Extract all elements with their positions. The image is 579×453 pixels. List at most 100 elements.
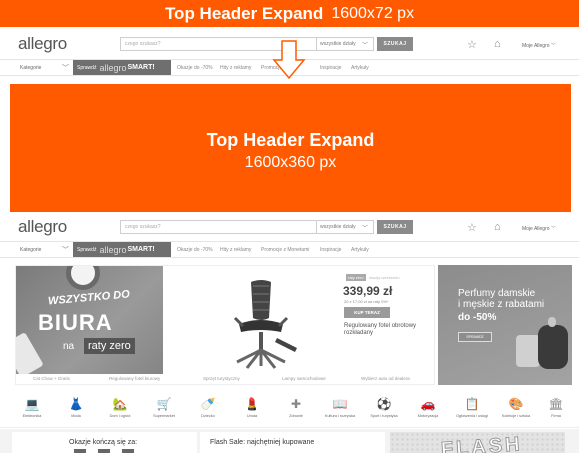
baby-bottle-icon: 🍼 — [200, 397, 216, 411]
category-item[interactable]: 🛒 Supermarket — [142, 390, 186, 418]
book-icon: 📖 — [332, 397, 348, 411]
category-label: Moda — [71, 414, 81, 418]
category-item[interactable]: 🏡 Dom i ogród — [98, 390, 142, 418]
timer-box — [74, 449, 86, 453]
search-placeholder: czego szukasz? — [125, 224, 161, 230]
perfume-discount: do -50% — [458, 312, 497, 323]
expand-size: 1600x360 px — [244, 154, 337, 171]
flash-word: FLASH — [440, 433, 524, 453]
nav-item-okazje[interactable]: Okazje do -70% — [177, 65, 213, 71]
perfume-bottle-image — [516, 335, 540, 367]
first-aid-icon: ✚ — [290, 397, 302, 411]
buy-now-button[interactable]: KUP TERAZ — [344, 307, 390, 318]
dress-icon: 👗 — [68, 397, 84, 411]
category-item[interactable]: 🎨 Kolekcje i sztuka — [494, 390, 538, 418]
category-label: Zdrowie — [289, 414, 303, 418]
perfume-banner[interactable]: Perfumy damskie i męskie z rabatami do -… — [438, 265, 572, 385]
allegro-logo[interactable]: allegro — [18, 34, 67, 54]
installment-info: 20 x 17,00 zł na raty 0%* — [344, 299, 389, 304]
carousel-label[interactable]: Regulowany fotel biurowy — [109, 376, 160, 381]
laptop-icon: 💻 — [24, 397, 40, 411]
category-select[interactable]: wszystkie działy ﹀ — [317, 37, 374, 51]
category-item[interactable]: 📋 Ogłoszenia i usługi — [450, 390, 494, 418]
category-label: Dom i ogród — [109, 414, 131, 418]
nav-item-artykuly[interactable]: Artykuły — [351, 65, 369, 71]
timer-box — [122, 449, 134, 453]
deal-tags: raty zero okazja weekendu — [346, 274, 400, 281]
smart-logo: allegro — [99, 62, 127, 73]
allegro-logo[interactable]: allegro — [18, 217, 67, 237]
coffee-cup-icon — [66, 266, 100, 290]
nav-item-hity[interactable]: Hity z reklamy — [220, 65, 251, 71]
category-label: Dziecko — [201, 414, 215, 418]
category-item[interactable]: 🏛 Firma — [534, 390, 578, 418]
nav-item-artykuly[interactable]: Artykuły — [351, 247, 369, 253]
carousel-label[interactable]: Cat Chow + Gratis — [33, 376, 70, 381]
house-icon: 🏡 — [112, 397, 128, 411]
chevron-down-icon[interactable]: ﹀ — [62, 245, 69, 255]
category-item[interactable]: ⚽ Sport i turystyka — [362, 390, 406, 418]
lipstick-icon: 💄 — [244, 397, 260, 411]
category-label: Elektronika — [22, 414, 42, 418]
smart-banner[interactable]: Sprawdź allegro SMART! — [73, 242, 171, 257]
smart-logo: allegro — [99, 244, 127, 255]
expand-banner: Top Header Expand 1600x360 px — [10, 84, 571, 212]
nav-item-inspiracje[interactable]: Inspiracje — [320, 65, 341, 71]
category-item[interactable]: 👗 Moda — [54, 390, 98, 418]
category-item[interactable]: 📖 Kultura i rozrywka — [318, 390, 362, 418]
perfume-bottle-image — [538, 325, 568, 369]
ball-icon: ⚽ — [376, 397, 392, 411]
nav-categories[interactable]: Kategorie — [20, 65, 41, 71]
smart-prefix: Sprawdź — [77, 64, 97, 71]
office-promo-na: na — [63, 341, 75, 352]
category-item[interactable]: 🍼 Dziecko — [186, 390, 230, 418]
cart-icon[interactable]: ⌂ — [494, 221, 501, 233]
carousel-label[interactable]: Sprzęt turystyczny — [203, 376, 240, 381]
palette-icon: 🎨 — [508, 397, 524, 411]
search-button[interactable]: SZUKAJ — [377, 220, 413, 234]
phone-icon — [16, 332, 44, 374]
search-button[interactable]: SZUKAJ — [377, 37, 413, 51]
raty-zero-tag: raty zero — [346, 274, 366, 281]
nav-item-inspiracje[interactable]: Inspiracje — [320, 247, 341, 253]
office-promo-banner[interactable]: WSZYSTKO DO BIURA na raty zero — [16, 266, 163, 374]
header-bottom: allegro czego szukasz? wszystkie działy … — [0, 214, 579, 240]
nav-categories[interactable]: Kategorie — [20, 247, 41, 253]
star-icon[interactable]: ☆ — [467, 221, 477, 234]
deal-extra-label: okazja weekendu — [368, 275, 400, 280]
nav-item-promocje-monety[interactable]: Promocje z Monetami — [261, 247, 309, 253]
category-item[interactable]: 💄 Uroda — [230, 390, 274, 418]
product-price: 339,99 zł — [343, 284, 393, 298]
top-banner-size: 1600x72 px — [331, 4, 415, 22]
category-item[interactable]: 💻 Elektronika — [10, 390, 54, 418]
category-item[interactable]: 🚗 Motoryzacja — [406, 390, 450, 418]
carousel-label[interactable]: Lampy samochodowe — [282, 376, 326, 381]
chevron-down-icon[interactable]: ﹀ — [62, 63, 69, 73]
nav-item-hity[interactable]: Hity z reklamy — [220, 247, 251, 253]
category-item[interactable]: ✚ Zdrowie — [274, 390, 318, 418]
category-label: Sport i turystyka — [370, 414, 398, 418]
carousel-labels: Cat Chow + Gratis Regulowany fotel biuro… — [16, 376, 436, 386]
product-description[interactable]: Regulowany fotel obrotowy rozkładany — [344, 323, 434, 337]
perfume-cap-image — [548, 317, 556, 327]
perfume-check-button[interactable]: SPRAWDŹ — [458, 332, 492, 342]
perfume-headline: Perfumy damskie i męskie z rabatami — [458, 288, 544, 310]
flash-sale-title: Flash Sale: najchętniej kupowane — [210, 439, 315, 446]
flash-sale-banner[interactable]: FLASH — [390, 432, 565, 453]
account-menu[interactable]: Moje Allegro ﹀ — [522, 42, 556, 49]
account-menu[interactable]: Moje Allegro ﹀ — [522, 225, 556, 232]
category-label: Kolekcje i sztuka — [501, 414, 531, 418]
cart-icon[interactable]: ⌂ — [494, 38, 501, 50]
smart-banner[interactable]: Sprawdź allegro SMART! — [73, 60, 171, 75]
search-input[interactable]: czego szukasz? — [120, 220, 317, 234]
category-strip: 💻 Elektronika 👗 Moda 🏡 Dom i ogród 🛒 Superma… — [0, 390, 579, 428]
nav-item-okazje[interactable]: Okazje do -70% — [177, 247, 213, 253]
account-label: Moje Allegro — [522, 226, 550, 232]
clipboard-icon: 📋 — [464, 397, 480, 411]
star-icon[interactable]: ☆ — [467, 38, 477, 51]
category-select[interactable]: wszystkie działy ﹀ — [317, 220, 374, 234]
category-label: Ogłoszenia i usługi — [456, 414, 488, 418]
carousel-label[interactable]: Wybierz auto od dealera — [361, 376, 410, 381]
category-label: Uroda — [246, 414, 258, 418]
hero-carousel[interactable]: WSZYSTKO DO BIURA na raty zero raty zero… — [15, 265, 435, 385]
